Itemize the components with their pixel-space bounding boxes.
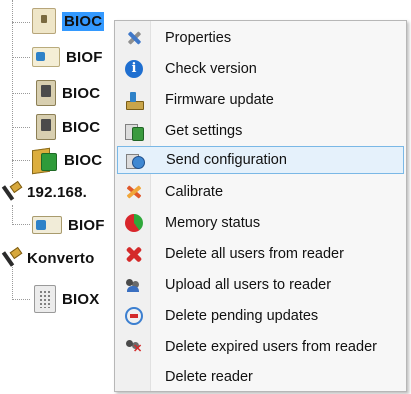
info-icon — [125, 60, 143, 78]
tree-node-connection[interactable]: Konverto — [4, 243, 94, 273]
menu-item-delete-all-users[interactable]: Delete all users from reader — [117, 240, 404, 268]
tree-connector — [12, 160, 30, 161]
menu-item-label: Firmware update — [165, 92, 274, 108]
network-connection-icon — [4, 247, 22, 269]
fingerprint-reader-icon — [36, 114, 56, 140]
memory-pie-icon — [125, 214, 143, 232]
tree-connector — [12, 299, 30, 300]
menu-item-calibrate[interactable]: Calibrate — [117, 178, 404, 206]
door-controller-icon — [32, 147, 58, 173]
card-reader-icon — [32, 47, 60, 67]
tree-node-label: 192.168. — [27, 183, 87, 201]
tree-connector — [12, 57, 30, 58]
menu-item-memory-status[interactable]: Memory status — [117, 209, 404, 237]
delete-expired-users-icon — [125, 338, 143, 356]
tree-node-reader[interactable]: BIOC — [32, 6, 105, 36]
send-configuration-icon — [126, 151, 145, 169]
menu-item-delete-reader[interactable]: Delete reader — [117, 363, 404, 391]
calibrate-icon — [125, 183, 143, 201]
menu-item-label: Delete pending updates — [165, 308, 319, 324]
menu-item-label: Upload all users to reader — [165, 277, 332, 293]
menu-item-properties[interactable]: Properties — [117, 24, 404, 52]
tree-node-label: BIOC — [64, 151, 103, 169]
menu-item-get-settings[interactable]: Get settings — [117, 117, 404, 145]
tree-connector — [12, 22, 30, 23]
tree-node-reader[interactable]: BIOX — [34, 284, 99, 314]
menu-item-label: Check version — [165, 61, 257, 77]
context-menu: Properties Check version Firmware update… — [114, 20, 407, 392]
biometric-reader-icon — [32, 8, 56, 34]
properties-tools-icon — [125, 29, 143, 47]
menu-item-label: Get settings — [165, 123, 243, 139]
menu-item-send-configuration[interactable]: Send configuration — [117, 146, 404, 174]
tree-node-reader[interactable]: BIOC — [36, 112, 100, 142]
menu-item-label: Properties — [165, 30, 232, 46]
tree-node-reader[interactable]: BIOC — [32, 145, 102, 175]
tree-connector — [12, 127, 30, 128]
tree-connector — [12, 205, 13, 223]
menu-item-label: Delete all users from reader — [165, 246, 344, 262]
delete-red-x-icon — [125, 245, 143, 263]
firmware-update-icon — [125, 91, 144, 110]
delete-pending-icon — [125, 307, 143, 325]
menu-item-delete-pending-updates[interactable]: Delete pending updates — [117, 302, 404, 330]
card-reader-icon — [32, 216, 62, 234]
menu-item-upload-all-users[interactable]: Upload all users to reader — [117, 271, 404, 299]
menu-item-label: Memory status — [165, 215, 261, 231]
tree-node-label: BIOC — [62, 11, 105, 31]
tree-node-label: BIOF — [66, 48, 103, 66]
menu-item-label: Calibrate — [165, 184, 224, 200]
menu-item-firmware-update[interactable]: Firmware update — [117, 86, 404, 114]
tree-connector — [12, 0, 13, 178]
tree-node-reader[interactable]: BIOC — [36, 78, 100, 108]
menu-item-label: Delete reader — [165, 369, 253, 385]
get-settings-icon — [125, 122, 144, 141]
tree-node-reader[interactable]: BIOF — [32, 210, 105, 240]
fingerprint-reader-icon — [36, 80, 56, 106]
tree-node-label: BIOX — [62, 290, 100, 308]
keypad-reader-icon — [34, 285, 56, 313]
tree-connector — [12, 224, 30, 225]
tree-node-label: BIOC — [62, 118, 101, 136]
menu-icon-placeholder — [125, 368, 143, 386]
upload-users-icon — [125, 276, 143, 294]
tree-node-label: Konverto — [27, 249, 95, 267]
menu-item-label: Delete expired users from reader — [165, 339, 377, 355]
tree-node-label: BIOF — [68, 216, 105, 234]
tree-node-label: BIOC — [62, 84, 101, 102]
menu-item-check-version[interactable]: Check version — [117, 55, 404, 83]
tree-node-connection[interactable]: 192.168. — [4, 177, 87, 207]
menu-item-label: Send configuration — [166, 152, 287, 168]
network-connection-icon — [4, 181, 22, 203]
tree-node-reader[interactable]: BIOF — [32, 42, 103, 72]
menu-item-delete-expired-users[interactable]: Delete expired users from reader — [117, 333, 404, 361]
tree-connector — [12, 93, 30, 94]
